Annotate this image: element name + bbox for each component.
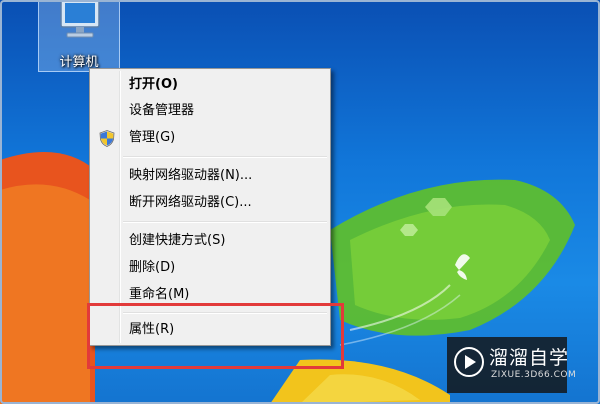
menu-separator bbox=[123, 221, 327, 223]
properties-highlight-box bbox=[87, 303, 344, 369]
play-logo-icon bbox=[454, 347, 484, 377]
desktop[interactable]: 计算机 打开(O) 设备管理器 管理(G) 映射网络驱动器(N)... 断开网络… bbox=[0, 0, 600, 404]
uac-shield-icon bbox=[99, 130, 115, 147]
menu-item-disconnect-network-drive[interactable]: 断开网络驱动器(C)... bbox=[92, 190, 328, 216]
watermark-title: 溜溜自学 bbox=[489, 347, 570, 369]
menu-item-delete[interactable]: 删除(D) bbox=[92, 255, 328, 281]
menu-separator bbox=[123, 156, 327, 158]
menu-item-open[interactable]: 打开(O) bbox=[92, 72, 328, 98]
watermark-url: ZIXUE.3D66.COM bbox=[491, 370, 577, 380]
computer-desktop-icon[interactable]: 计算机 bbox=[38, 0, 120, 72]
watermark-badge: 溜溜自学 ZIXUE.3D66.COM bbox=[447, 337, 576, 393]
computer-monitor-icon bbox=[60, 0, 100, 38]
menu-item-map-network-drive[interactable]: 映射网络驱动器(N)... bbox=[92, 163, 328, 189]
menu-item-create-shortcut[interactable]: 创建快捷方式(S) bbox=[92, 228, 328, 254]
menu-item-manage[interactable]: 管理(G) bbox=[92, 125, 328, 151]
menu-item-manage-label: 管理(G) bbox=[129, 130, 176, 145]
menu-item-device-manager[interactable]: 设备管理器 bbox=[92, 98, 328, 124]
